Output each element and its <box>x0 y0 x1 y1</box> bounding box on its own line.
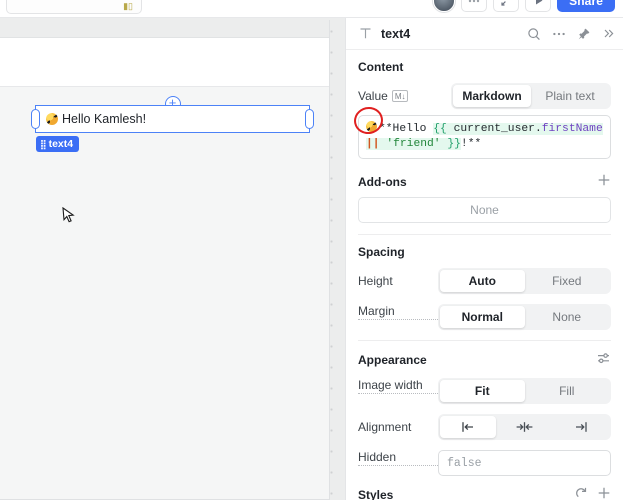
selected-widget-wrapper[interactable]: + Hello Kamlesh! ⣿ text4 <box>31 96 314 152</box>
height-segmented-control[interactable]: Auto Fixed <box>438 268 611 294</box>
align-left-icon[interactable] <box>440 416 497 438</box>
margin-row: Margin Normal None <box>358 304 611 330</box>
styles-actions <box>574 486 611 500</box>
height-row: Height Auto Fixed <box>358 268 611 294</box>
code-prefix: **Hello <box>379 123 434 135</box>
code-identifier: current_user <box>453 123 535 135</box>
image-width-option-fill[interactable]: Fill <box>525 380 610 402</box>
value-label-group: Value M↓ <box>358 89 438 103</box>
spacing-section: Spacing Height Auto Fixed Margin Normal … <box>346 235 623 341</box>
share-button-label: Share <box>569 0 603 8</box>
inspector-header: text4 <box>346 18 623 50</box>
alignment-label: Alignment <box>358 420 412 434</box>
drag-grip-icon: ⣿ <box>40 138 47 149</box>
search-icon[interactable] <box>527 27 541 41</box>
value-row: Value M↓ Markdown Plain text <box>358 83 611 109</box>
code-brace-close: }} <box>440 138 461 150</box>
align-center-icon[interactable] <box>496 416 552 438</box>
addons-label-row: Add-ons <box>358 173 611 190</box>
reset-icon[interactable] <box>574 486 588 500</box>
alignment-field[interactable] <box>438 414 611 440</box>
addons-value[interactable]: None <box>358 197 611 223</box>
code-property: firstName <box>541 123 603 135</box>
add-style-button[interactable] <box>597 486 611 500</box>
hidden-row: Hidden false <box>358 450 611 476</box>
height-option-auto[interactable]: Auto <box>440 270 525 292</box>
code-suffix: !** <box>460 138 482 150</box>
chevron-double-right-icon[interactable] <box>602 27 615 40</box>
markdown-badge: M↓ <box>391 90 409 102</box>
text-widget-content: Hello Kamlesh! <box>62 112 147 126</box>
page-title: text4 <box>381 26 411 41</box>
code-dot: . <box>534 123 542 135</box>
appearance-section: Appearance Image width Fit Fill Alignmen… <box>346 341 623 500</box>
height-option-fixed[interactable]: Fixed <box>525 270 610 292</box>
align-right-icon[interactable] <box>553 416 609 438</box>
toolbar-left-group[interactable]: ▮▯ <box>6 0 142 14</box>
hidden-input[interactable]: false <box>438 450 611 476</box>
addons-label: Add-ons <box>358 174 407 189</box>
top-toolbar: ▮▯ Share <box>0 0 623 18</box>
spacing-section-title: Spacing <box>358 245 405 259</box>
resize-handle-right[interactable] <box>305 108 314 129</box>
code-brace-open: {{ <box>433 123 454 135</box>
mode-plain-text-option[interactable]: Plain text <box>531 85 609 107</box>
app-preview-header <box>0 20 329 38</box>
inspector-panel: text4 Content Value M↓ Markdown Plain te… <box>345 18 623 500</box>
more-options-button[interactable] <box>461 0 488 12</box>
globe-emoji-icon <box>46 113 58 125</box>
app-canvas[interactable]: + Hello Kamlesh! ⣿ text4 <box>0 18 345 500</box>
resize-handle-left[interactable] <box>31 108 40 129</box>
text-widget[interactable]: Hello Kamlesh! <box>31 105 314 133</box>
alignment-row: Alignment <box>358 414 611 440</box>
code-operator: || <box>366 138 387 150</box>
globe-emoji-icon <box>366 121 377 132</box>
image-width-row: Image width Fit Fill <box>358 378 611 404</box>
value-label: Value <box>358 89 388 103</box>
appearance-section-title: Appearance <box>358 353 427 367</box>
alignment-segmented-control[interactable] <box>438 414 611 440</box>
content-section: Content Value M↓ Markdown Plain text **H… <box>346 50 623 235</box>
play-button[interactable] <box>525 0 552 12</box>
widget-name-badge[interactable]: ⣿ text4 <box>36 136 80 152</box>
styles-label-row: Styles <box>358 486 611 500</box>
image-width-field[interactable]: Fit Fill <box>438 378 611 404</box>
margin-field[interactable]: Normal None <box>438 304 611 330</box>
image-width-segmented-control[interactable]: Fit Fill <box>438 378 611 404</box>
hidden-label: Hidden <box>358 450 438 466</box>
value-mode-toggle[interactable]: Markdown Plain text <box>451 83 611 109</box>
app-frame: + Hello Kamlesh! ⣿ text4 <box>0 20 330 500</box>
image-width-label: Image width <box>358 378 438 394</box>
expand-button[interactable] <box>493 0 520 12</box>
sliders-icon[interactable] <box>596 351 611 369</box>
add-addon-button[interactable] <box>597 173 611 190</box>
image-width-option-fit[interactable]: Fit <box>440 380 525 402</box>
height-label: Height <box>358 274 393 288</box>
height-field[interactable]: Auto Fixed <box>438 268 611 294</box>
code-string-literal: 'friend' <box>386 138 441 150</box>
widget-name-badge-label: text4 <box>48 138 74 150</box>
toolbar-right-group: Share <box>433 0 615 12</box>
pin-icon[interactable] <box>577 27 591 41</box>
ellipsis-icon[interactable] <box>552 27 566 41</box>
hidden-field[interactable]: false <box>438 450 611 476</box>
appearance-section-title-row: Appearance <box>358 351 611 369</box>
margin-label: Margin <box>358 304 438 320</box>
mode-markdown-option[interactable]: Markdown <box>453 85 531 107</box>
toolbar-left-icon: ▮▯ <box>123 1 133 11</box>
avatar[interactable] <box>433 0 456 12</box>
mouse-pointer-icon <box>62 207 75 223</box>
styles-label: Styles <box>358 487 394 500</box>
share-button[interactable]: Share <box>557 0 615 12</box>
inspector-header-actions <box>527 27 615 41</box>
margin-option-none[interactable]: None <box>525 306 610 328</box>
value-code-editor[interactable]: **Hello {{ current_user.firstName || 'fr… <box>351 104 611 159</box>
text-type-icon <box>358 27 373 40</box>
content-section-title: Content <box>358 60 404 74</box>
app-preview-hero <box>0 38 329 87</box>
margin-option-normal[interactable]: Normal <box>440 306 525 328</box>
margin-segmented-control[interactable]: Normal None <box>438 304 611 330</box>
